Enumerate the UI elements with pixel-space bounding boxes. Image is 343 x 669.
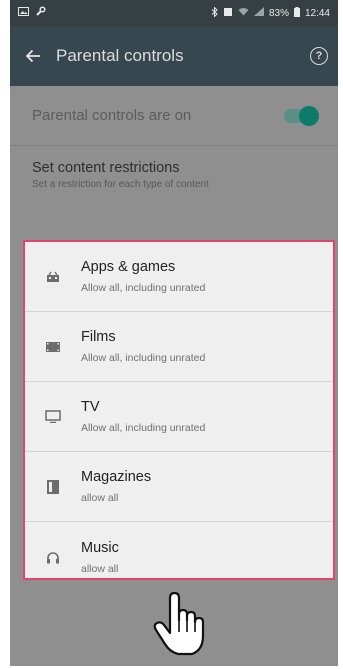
parental-controls-toggle-row[interactable]: Parental controls are on (10, 86, 338, 146)
battery-percent: 83% (268, 7, 289, 19)
section-heading: Set content restrictions (32, 160, 180, 176)
parental-controls-switch[interactable] (284, 105, 319, 126)
switch-knob (299, 105, 319, 126)
list-item-music[interactable]: Music allow all (25, 522, 333, 592)
list-item-films[interactable]: Films Allow all, including unrated (25, 312, 333, 382)
clock: 12:44 (304, 7, 330, 19)
item-description: allow all (81, 562, 119, 575)
headphones-icon (25, 551, 81, 564)
gallery-notification-icon (18, 7, 29, 19)
app-bar: Parental controls ? (10, 26, 338, 86)
item-description: Allow all, including unrated (81, 282, 206, 294)
item-title: Music (81, 539, 119, 556)
phone-screen: 83% 12:44 Parental controls ? Parental c… (10, 0, 338, 666)
item-title: TV (81, 399, 100, 415)
tv-icon (25, 410, 81, 423)
hand-pointer-icon (150, 591, 210, 658)
item-title: Films (81, 329, 116, 345)
status-bar: 83% 12:44 (10, 0, 338, 26)
item-description: Allow all, including unrated (81, 352, 206, 364)
section-subheading: Set a restriction for each type of conte… (32, 179, 209, 190)
toggle-label: Parental controls are on (32, 107, 192, 124)
restriction-list: Apps & games Allow all, including unrate… (23, 240, 335, 580)
help-button[interactable]: ? (300, 26, 338, 86)
item-description: allow all (81, 492, 119, 504)
magazines-icon (25, 479, 81, 494)
list-item-magazines[interactable]: Magazines allow all (25, 452, 333, 522)
list-item-apps-games[interactable]: Apps & games Allow all, including unrate… (25, 242, 333, 312)
page-title: Parental controls (56, 46, 184, 65)
wrench-notification-icon (35, 6, 46, 20)
alarm-icon (223, 7, 233, 20)
item-title: Magazines (81, 469, 152, 485)
films-icon (25, 341, 81, 352)
list-item-tv[interactable]: TV Allow all, including unrated (25, 382, 333, 452)
back-arrow-icon[interactable] (10, 26, 56, 86)
bluetooth-icon (211, 5, 218, 20)
item-title: Apps & games (81, 259, 176, 275)
content-restrictions-header: Set content restrictions Set a restricti… (10, 160, 338, 190)
battery-icon (293, 6, 300, 20)
wifi-icon (238, 7, 249, 19)
signal-icon (253, 7, 264, 19)
item-description: Allow all, including unrated (81, 422, 206, 434)
help-icon: ? (310, 47, 328, 65)
apps-games-icon (25, 271, 81, 283)
